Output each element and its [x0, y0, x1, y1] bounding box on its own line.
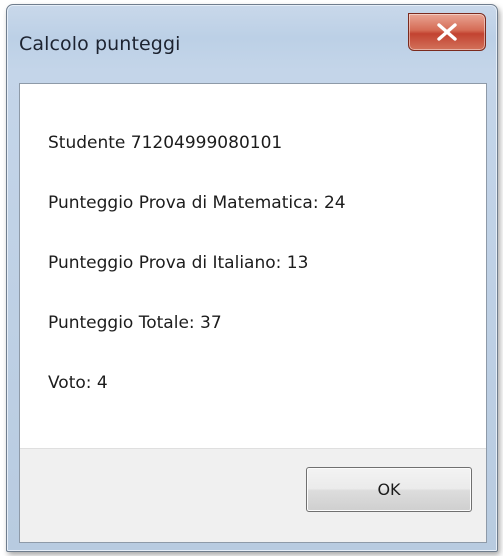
button-bar: OK: [20, 448, 486, 542]
close-button[interactable]: [408, 13, 486, 51]
grade-text: Voto: 4: [48, 373, 108, 393]
close-icon: [437, 23, 457, 41]
italian-score-text: Punteggio Prova di Italiano: 13: [48, 253, 309, 273]
student-id-text: Studente 71204999080101: [48, 133, 283, 153]
total-score-text: Punteggio Totale: 37: [48, 313, 222, 333]
window-title: Calcolo punteggi: [19, 33, 181, 55]
math-score-text: Punteggio Prova di Matematica: 24: [48, 193, 346, 213]
message-text: Studente 71204999080101 Punteggio Prova …: [48, 132, 346, 432]
ok-button[interactable]: OK: [306, 467, 472, 512]
dialog-window: Calcolo punteggi Studente 71204999080101…: [6, 4, 498, 552]
dialog-content: Studente 71204999080101 Punteggio Prova …: [19, 83, 487, 543]
title-bar[interactable]: Calcolo punteggi: [7, 5, 497, 83]
